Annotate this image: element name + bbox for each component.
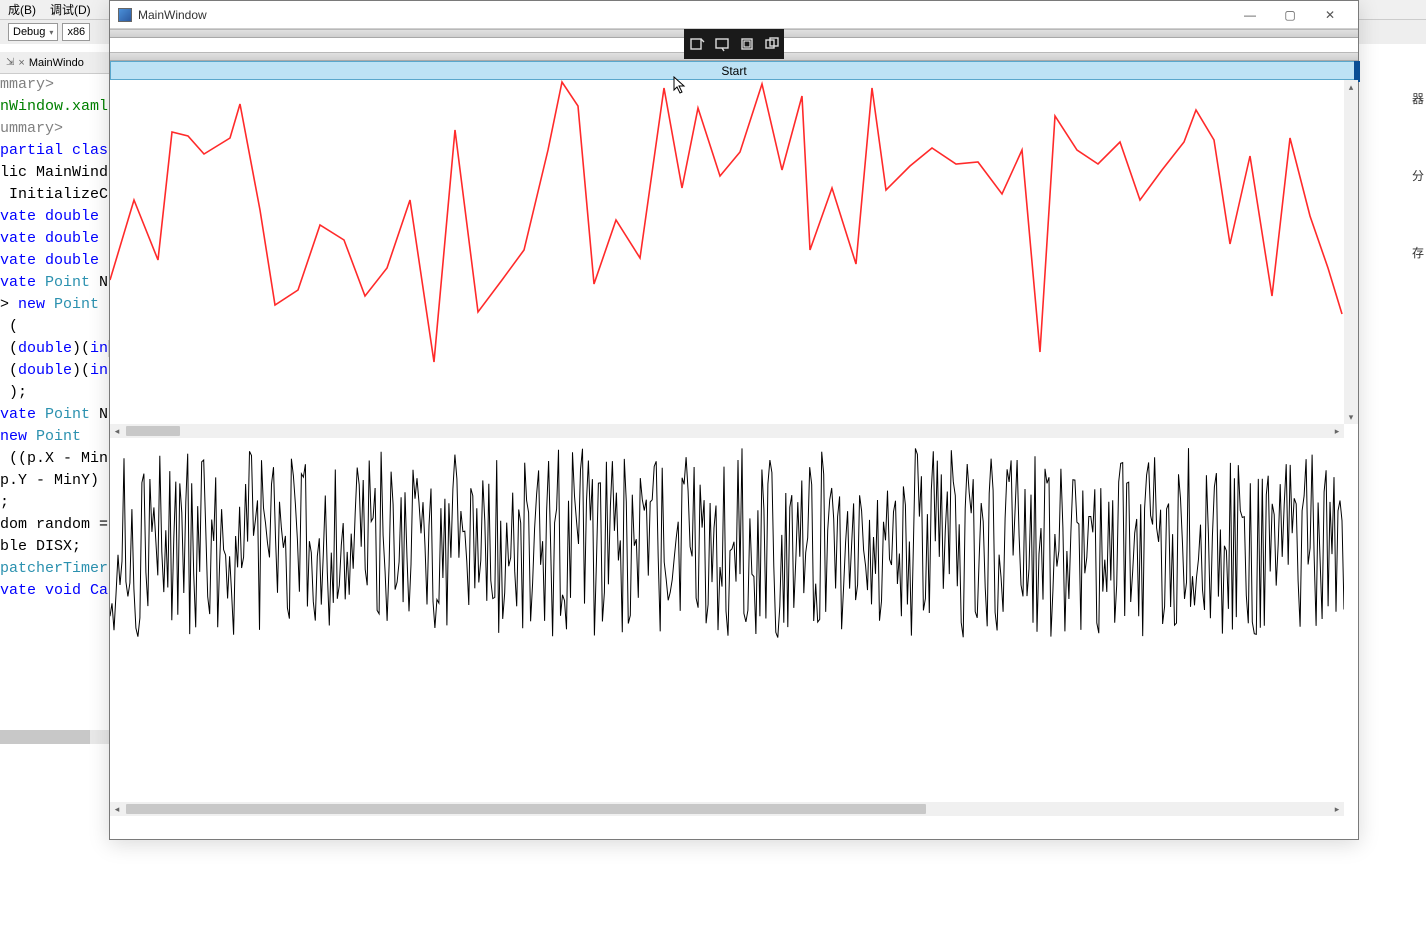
- h-scrollbar[interactable]: ◂ ▸: [110, 424, 1344, 438]
- line-chart-black: [110, 438, 1344, 802]
- h-scrollbar[interactable]: ◂ ▸: [110, 802, 1344, 816]
- select-element-icon[interactable]: [713, 35, 731, 53]
- go-to-live-tree-icon[interactable]: [688, 35, 706, 53]
- menu-debug[interactable]: 调试(D): [50, 1, 91, 18]
- config-dropdown[interactable]: Debug▾: [8, 23, 58, 41]
- start-button[interactable]: Start: [110, 61, 1358, 80]
- scroll-left-icon[interactable]: ◂: [110, 424, 124, 438]
- close-button[interactable]: ✕: [1310, 3, 1350, 27]
- chart-pane-top: ▴ ▾ ◂ ▸: [110, 80, 1358, 438]
- titlebar: MainWindow — ▢ ✕: [110, 1, 1358, 29]
- scroll-left-icon[interactable]: ◂: [110, 802, 124, 816]
- tab-label: MainWindo: [29, 57, 84, 69]
- platform-dropdown[interactable]: x86: [62, 23, 90, 41]
- scroll-right-icon[interactable]: ▸: [1330, 802, 1344, 816]
- code-tab[interactable]: ⇲ × MainWindo: [0, 52, 90, 73]
- close-icon[interactable]: ×: [18, 57, 24, 69]
- right-panel-labels: 器分存: [1412, 90, 1426, 321]
- scrollbar-thumb[interactable]: [0, 730, 90, 744]
- scrollbar-thumb[interactable]: [126, 426, 180, 436]
- minimize-button[interactable]: —: [1230, 3, 1270, 27]
- debug-adorner-toolbar: [684, 29, 784, 59]
- display-layout-icon[interactable]: [738, 35, 756, 53]
- scroll-down-icon[interactable]: ▾: [1344, 410, 1358, 424]
- v-scrollbar[interactable]: ▴ ▾: [1344, 80, 1358, 424]
- menu-build[interactable]: 成(B): [8, 1, 36, 18]
- code-tab-bar: ⇲ × MainWindo: [0, 52, 115, 74]
- pin-icon: ⇲: [6, 57, 14, 68]
- scroll-up-icon[interactable]: ▴: [1344, 80, 1358, 94]
- maximize-button[interactable]: ▢: [1270, 3, 1310, 27]
- app-icon: [118, 8, 132, 22]
- code-h-scrollbar[interactable]: [0, 730, 115, 744]
- scrollbar-thumb[interactable]: [126, 804, 926, 814]
- line-chart-red: [110, 80, 1344, 424]
- code-editor[interactable]: mmary>nWindow.xamlummary>partial claslic…: [0, 74, 115, 760]
- chart-pane-bottom: ◂ ▸: [110, 438, 1358, 816]
- window-title: MainWindow: [138, 8, 1230, 22]
- app-window: MainWindow — ▢ ✕ Start ▴ ▾: [109, 0, 1359, 840]
- chevron-down-icon: ▾: [49, 28, 53, 37]
- resize-handle[interactable]: [1354, 61, 1360, 82]
- scroll-right-icon[interactable]: ▸: [1330, 424, 1344, 438]
- track-focus-icon[interactable]: [763, 35, 781, 53]
